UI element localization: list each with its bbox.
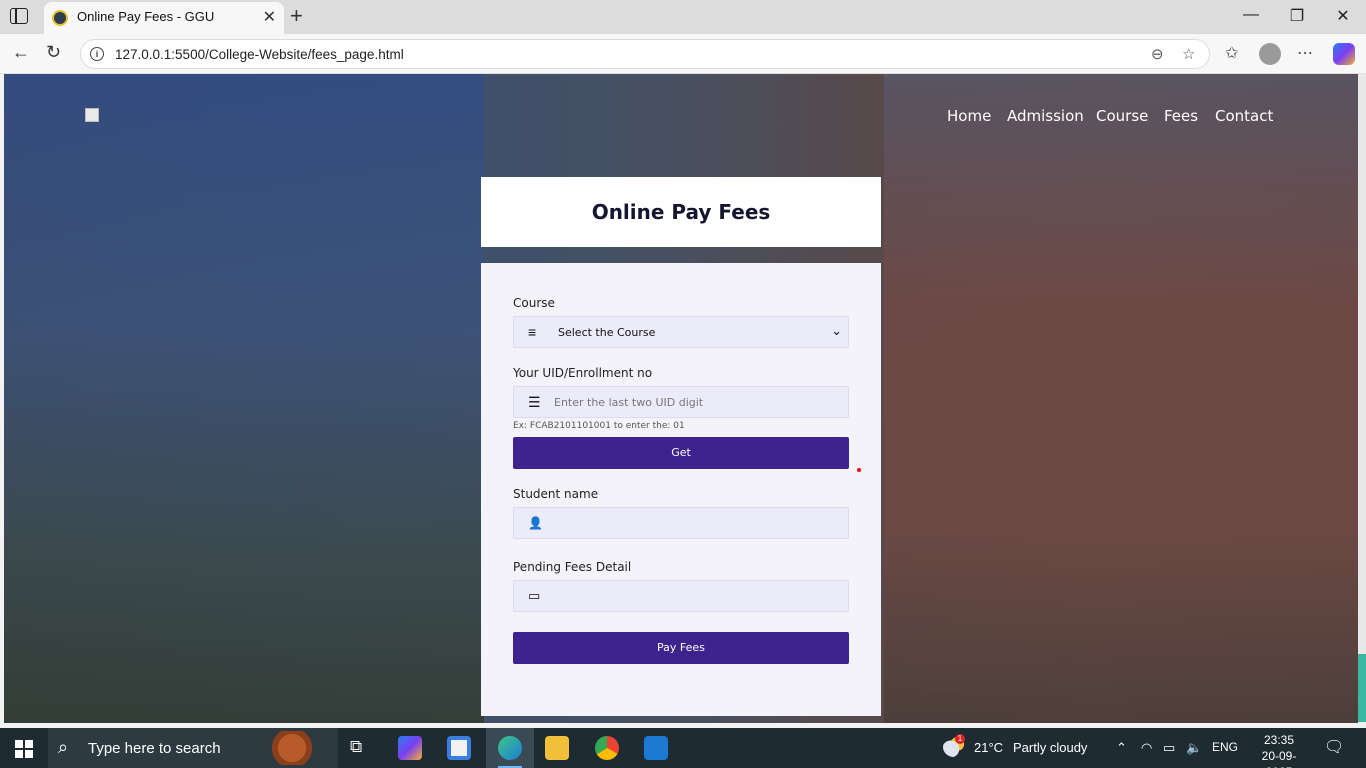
list-ol-icon: ☰ [528, 394, 541, 410]
system-clock[interactable]: 23:35 20-09-2025 [1250, 732, 1308, 768]
clock-date: 20-09-2025 [1261, 749, 1297, 768]
weather-temp[interactable]: 21°C [974, 740, 1003, 755]
windows-start-icon[interactable] [15, 740, 33, 758]
uid-hint: Ex: FCAB2101101001 to enter the: 01 [513, 421, 685, 431]
chevron-down-icon: ⌄ [831, 323, 842, 338]
file-explorer-icon[interactable] [545, 736, 569, 760]
refresh-icon[interactable]: ↻ [46, 42, 61, 63]
nav-fees[interactable]: Fees [1164, 107, 1198, 125]
edge-app-icon[interactable] [498, 736, 522, 760]
course-label: Course [513, 296, 555, 310]
favorites-icon[interactable]: ✩ [1225, 43, 1238, 63]
store-app-icon[interactable] [447, 736, 471, 760]
language-indicator[interactable]: ENG [1212, 740, 1238, 754]
fees-form: Course ≡ Select the Course ⌄ Your UID/En… [481, 263, 881, 716]
nav-contact[interactable]: Contact [1215, 107, 1273, 125]
copilot-icon[interactable] [1333, 43, 1355, 65]
volume-icon[interactable]: 🔈 [1186, 740, 1202, 756]
uid-label: Your UID/Enrollment no [513, 366, 653, 380]
clock-time: 23:35 [1263, 733, 1295, 747]
vscode-app-icon[interactable] [644, 736, 668, 760]
pending-fees-field[interactable]: ▭ [513, 580, 849, 612]
page-scrollbar[interactable] [1358, 74, 1366, 723]
url-text[interactable]: 127.0.0.1:5500/College-Website/fees_page… [115, 47, 404, 62]
task-view-icon[interactable]: ⧉ [350, 737, 362, 757]
more-menu-icon[interactable]: ⋯ [1297, 43, 1313, 63]
tab-title: Online Pay Fees - GGU [77, 9, 215, 24]
weather-badge: 1 [955, 734, 965, 744]
student-name-label: Student name [513, 487, 599, 501]
battery-icon[interactable]: ▭ [1163, 740, 1175, 756]
scrollbar-thumb[interactable] [1358, 654, 1366, 722]
browser-tab[interactable]: Online Pay Fees - GGU ✕ [44, 2, 284, 34]
site-info-icon[interactable]: i [90, 47, 104, 61]
tab-close-icon[interactable]: ✕ [263, 7, 276, 27]
uid-placeholder: Enter the last two UID digit [554, 396, 704, 409]
favorite-star-icon[interactable]: ☆ [1182, 45, 1195, 63]
cursor-dot [857, 468, 861, 472]
notifications-icon[interactable]: 🗨 [1324, 737, 1344, 757]
course-selected-value: Select the Course [558, 326, 656, 339]
pay-fees-button[interactable]: Pay Fees [513, 632, 849, 664]
tab-actions-icon[interactable] [10, 8, 28, 24]
pending-fees-label: Pending Fees Detail [513, 560, 632, 574]
minimize-icon[interactable]: — [1236, 6, 1266, 24]
chrome-app-icon[interactable] [595, 736, 619, 760]
page-background: Home Admission Course Fees Contact Onlin… [4, 74, 1358, 723]
profile-avatar[interactable] [1259, 43, 1281, 65]
list-icon: ≡ [528, 324, 537, 340]
get-button[interactable]: Get [513, 437, 849, 469]
browser-tabbar: Online Pay Fees - GGU ✕ + — ❐ ✕ [0, 0, 1366, 34]
nav-admission[interactable]: Admission [1007, 107, 1084, 125]
search-icon: ⌕ [58, 737, 69, 757]
show-hidden-icons-icon[interactable]: ⌃ [1116, 740, 1127, 756]
network-icon[interactable]: ◠ [1141, 740, 1152, 756]
credit-card-icon: ▭ [528, 588, 541, 603]
site-logo[interactable] [85, 108, 99, 122]
course-select[interactable]: ≡ Select the Course ⌄ [513, 316, 849, 348]
browser-toolbar: ← ↻ i 127.0.0.1:5500/College-Website/fee… [0, 34, 1366, 74]
page-title: Online Pay Fees [591, 200, 771, 224]
title-card: Online Pay Fees [481, 177, 881, 247]
uid-input[interactable]: ☰ Enter the last two UID digit [513, 386, 849, 418]
search-highlight-icon[interactable] [268, 731, 328, 765]
restore-icon[interactable]: ❐ [1282, 6, 1312, 26]
user-icon: 👤 [528, 516, 543, 530]
address-bar[interactable]: i 127.0.0.1:5500/College-Website/fees_pa… [80, 39, 1210, 69]
windows-taskbar: ⌕ Type here to search ⧉ 1 21°C Partly cl… [0, 728, 1366, 768]
weather-text[interactable]: Partly cloudy [1013, 740, 1087, 755]
close-window-icon[interactable]: ✕ [1328, 6, 1358, 26]
site-favicon-icon [52, 10, 68, 26]
search-placeholder: Type here to search [88, 740, 221, 757]
nav-course[interactable]: Course [1096, 107, 1148, 125]
student-name-field[interactable]: 👤 [513, 507, 849, 539]
nav-home[interactable]: Home [947, 107, 991, 125]
copilot-app-icon[interactable] [398, 736, 422, 760]
back-icon[interactable]: ← [12, 42, 30, 63]
new-tab-icon[interactable]: + [290, 3, 303, 29]
zoom-icon[interactable]: ⊖ [1151, 45, 1164, 63]
